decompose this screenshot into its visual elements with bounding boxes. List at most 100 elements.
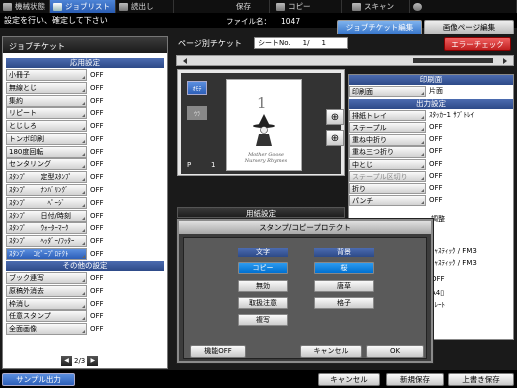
setting-button[interactable]: ｽﾀﾝﾌﾟ ﾍｯﾀﾞｰ/ﾌｯﾀｰ <box>6 235 87 248</box>
setting-row: とじしろ OFF <box>6 120 164 133</box>
setting-button[interactable]: ｽﾀﾝﾌﾟ ｳｫｰﾀｰﾏｰｸ <box>6 222 87 235</box>
tab-job-list[interactable]: ジョブリスト <box>50 0 116 13</box>
scroll-right-icon[interactable] <box>503 58 507 64</box>
setting-row: トンボ印刷 OFF <box>6 132 164 145</box>
setting-row: 中とじ OFF <box>349 158 513 171</box>
setting-button[interactable]: センタリング <box>6 158 87 171</box>
setting-button[interactable]: 排紙トレイ <box>349 109 426 122</box>
setting-value: OFF <box>429 183 443 192</box>
tab-image-page-edit[interactable]: 画像ページ編集 <box>424 20 514 34</box>
background-option-sakura[interactable]: 桜 <box>314 262 374 274</box>
print-face-row: 印刷面 片面 <box>349 85 513 98</box>
cancel-bottom-button[interactable]: キャンセル <box>318 373 380 386</box>
setting-value: OFF <box>429 171 443 180</box>
setting-value: OFF <box>90 173 104 182</box>
prev-page-button[interactable]: ◀ <box>61 355 72 366</box>
setting-button[interactable]: 重ね三つ折り <box>349 146 426 158</box>
setting-row: ブック連写 OFF <box>6 272 164 285</box>
setting-row: 180度回転 OFF <box>6 145 164 158</box>
overwrite-save-button[interactable]: 上書き保存 <box>448 373 514 386</box>
tab-machine-status[interactable]: 機械状態 <box>0 0 50 13</box>
tab-job-ticket-edit[interactable]: ジョブチケット編集 <box>337 20 422 34</box>
front-tab[interactable]: ｵﾓﾃ <box>187 81 207 95</box>
tab-copy[interactable]: コピー <box>270 0 342 13</box>
setting-row: リピート OFF <box>6 107 164 120</box>
ok-button[interactable]: OK <box>366 345 424 358</box>
setting-button[interactable]: 折り <box>349 182 426 195</box>
setting-button[interactable]: ｽﾀﾝﾌﾟ ｺﾋﾟｰﾌﾟﾛﾃｸﾄ <box>6 247 87 260</box>
zoom-fit-icon[interactable]: ⊕ <box>326 109 344 125</box>
setting-button[interactable]: 集約 <box>6 94 87 107</box>
tab-save[interactable]: 保存 <box>174 0 270 13</box>
setting-value: OFF <box>90 71 104 79</box>
panel-title: ジョブチケット <box>3 37 167 53</box>
page-preview: ｵﾓﾃ ｳﾗ 1 Mother Goose Nursery Rhymes P 1… <box>177 69 345 176</box>
setting-row: ｽﾀﾝﾌﾟ ﾍｯﾀﾞｰ/ﾌｯﾀｰ OFF <box>6 235 164 248</box>
scroll-thumb[interactable] <box>413 58 493 63</box>
setting-value: ｽﾀｯｶｰ1 ｻﾌﾞﾄﾚｲ <box>429 110 475 119</box>
new-save-button[interactable]: 新規保存 <box>386 373 444 386</box>
function-off-button[interactable]: 機能OFF <box>190 345 246 358</box>
setting-button[interactable]: 中とじ <box>349 158 426 170</box>
setting-button[interactable]: 任意スタンプ <box>6 310 87 323</box>
setting-button[interactable]: ｽﾀﾝﾌﾟ ﾅﾝﾊﾞﾘﾝｸﾞ <box>6 184 87 197</box>
setting-value: OFF <box>90 274 104 283</box>
setting-button[interactable]: 重ね中折り <box>349 134 426 146</box>
setting-row: 排紙トレイ ｽﾀｯｶｰ1 ｻﾌﾞﾄﾚｲ <box>349 109 513 122</box>
setting-button[interactable]: ブック連写 <box>6 272 87 285</box>
setting-button[interactable]: 枠消し <box>6 297 87 310</box>
background-option-lattice[interactable]: 格子 <box>314 297 374 309</box>
setting-row: 無線とじ OFF <box>6 81 164 94</box>
setting-row: ｽﾀﾝﾌﾟ 日付/時刻 OFF <box>6 209 164 222</box>
scroll-left-icon[interactable] <box>183 58 187 64</box>
cancel-button[interactable]: キャンセル <box>300 345 362 358</box>
setting-row: ｽﾀﾝﾌﾟ 定型ｽﾀﾝﾌﾟ OFF <box>6 171 164 184</box>
setting-button[interactable]: ｽﾀﾝﾌﾟ ﾍﾟｰｼﾞ <box>6 196 87 209</box>
setting-row: ｽﾀﾝﾌﾟ ﾍﾟｰｼﾞ OFF <box>6 196 164 209</box>
text-option-handle-with-care[interactable]: 取扱注意 <box>238 297 288 309</box>
setting-button[interactable]: パンチ <box>349 195 426 207</box>
tab-network[interactable] <box>410 0 517 13</box>
text-option-duplicate[interactable]: 複写 <box>238 314 288 326</box>
next-page-button[interactable]: ▶ <box>87 355 99 366</box>
section-header: 出力設定 <box>349 99 513 110</box>
setting-button[interactable]: とじしろ <box>6 120 87 133</box>
setting-value: OFF <box>429 122 443 131</box>
sheet-number-field[interactable]: シートNo. 1/ 1 <box>254 37 348 49</box>
error-check-button[interactable]: エラーチェック <box>444 37 511 51</box>
tab-read[interactable]: 読出し <box>116 0 174 13</box>
setting-row: ステープル区切り OFF <box>349 170 513 183</box>
setting-button[interactable]: 無線とじ <box>6 81 87 94</box>
text-option-invalid[interactable]: 無効 <box>238 280 288 292</box>
back-tab[interactable]: ｳﾗ <box>187 106 207 120</box>
sample-output-button[interactable]: サンプル出力 <box>2 373 75 386</box>
setting-button[interactable]: 全面画像 <box>6 323 87 336</box>
section-header: 応用設定 <box>6 58 164 68</box>
setting-value: OFF <box>90 83 104 92</box>
setting-row: パンチ OFF <box>349 195 513 207</box>
setting-row: ｽﾀﾝﾌﾟ ｺﾋﾟｰﾌﾟﾛﾃｸﾄ OFF <box>6 247 164 260</box>
setting-row: ステープル OFF <box>349 121 513 134</box>
text-option-copy[interactable]: コピー <box>238 262 288 274</box>
stamp-copy-protect-dialog: スタンプ/コピープロテクト 文字 背景 コピー 桜 無効 唐草 取扱注意 格子 … <box>177 219 433 363</box>
print-face-button[interactable]: 印刷面 <box>349 85 426 97</box>
setting-button[interactable]: 原稿外消去 <box>6 284 87 297</box>
setting-button[interactable]: 180度回転 <box>6 145 87 158</box>
setting-button[interactable]: リピート <box>6 107 87 120</box>
background-option-karakusa[interactable]: 唐草 <box>314 280 374 292</box>
setting-row: 重ね中折り OFF <box>349 134 513 146</box>
top-nav-bar: 機械状態 ジョブリスト 読出し 保存 コピー スキャン <box>0 0 517 13</box>
page-ticket-title: ページ別チケット <box>178 39 242 48</box>
setting-button[interactable]: トンボ印刷 <box>6 132 87 145</box>
page-scrollbar[interactable] <box>176 55 514 66</box>
setting-button[interactable]: ｽﾀﾝﾌﾟ 日付/時刻 <box>6 209 87 222</box>
setting-button[interactable]: ステープル <box>349 121 426 134</box>
tab-scan[interactable]: スキャン <box>342 0 410 13</box>
globe-icon <box>413 2 422 11</box>
setting-row: 原稿外消去 OFF <box>6 284 164 297</box>
setting-value: OFF <box>429 159 443 168</box>
zoom-in-icon[interactable]: ⊕ <box>326 130 344 146</box>
file-name-display: ファイル名： 1047 <box>226 17 301 26</box>
setting-button[interactable]: ｽﾀﾝﾌﾟ 定型ｽﾀﾝﾌﾟ <box>6 171 87 184</box>
setting-button[interactable]: 小冊子 <box>6 69 87 81</box>
